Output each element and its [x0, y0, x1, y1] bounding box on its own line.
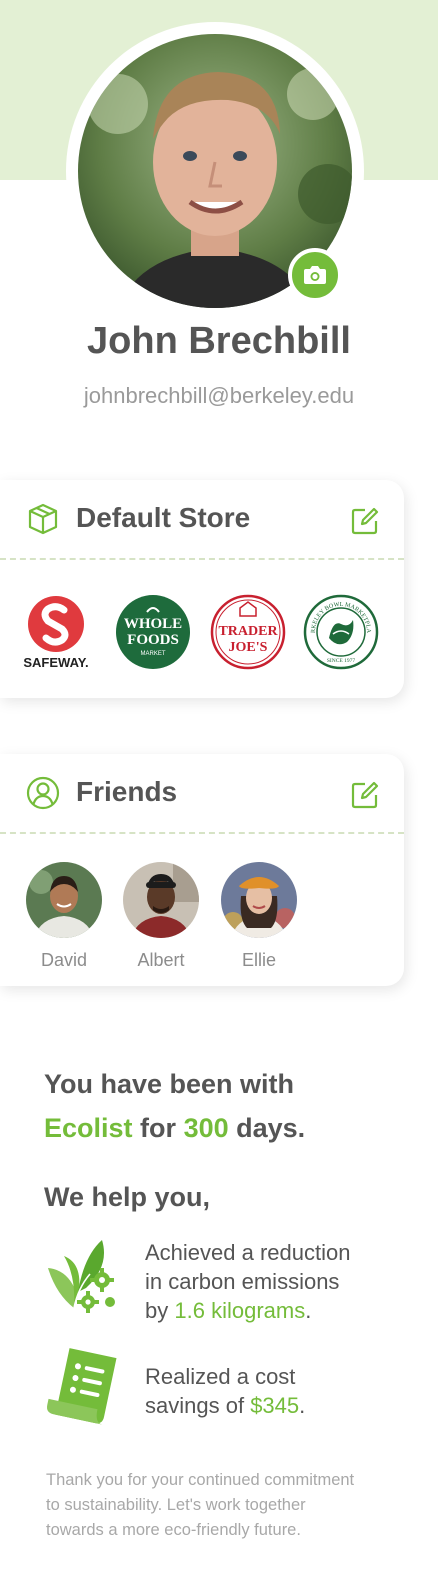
friend-item-ellie[interactable]: Ellie — [219, 862, 299, 971]
whole-foods-logo-line3: MARKET — [140, 651, 165, 657]
receipt-icon — [47, 1348, 117, 1425]
berkeley-bowl-logo-sub: SINCE 1977 — [327, 658, 356, 664]
profile-email: johnbrechbill@berkeley.edu — [83, 383, 355, 408]
savings-line1: Realized a cost — [145, 1364, 296, 1389]
carbon-line1: Achieved a reduction — [145, 1240, 351, 1265]
carbon-stat: Achieved a reduction in carbon emissions… — [145, 1238, 415, 1325]
friend-avatar — [221, 862, 297, 938]
friend-item-albert[interactable]: Albert — [121, 862, 201, 971]
savings-stat: Realized a cost savings of $345. — [145, 1362, 415, 1420]
carbon-prefix: by — [145, 1298, 169, 1323]
days-prefix: You have been with — [44, 1069, 295, 1099]
help-heading: We help you, — [44, 1182, 211, 1212]
savings-prefix: savings of — [145, 1393, 245, 1418]
carbon-line2: in carbon emissions — [145, 1269, 340, 1294]
edit-friends-icon[interactable] — [350, 780, 380, 810]
carbon-suffix: . — [305, 1298, 312, 1323]
savings-value: $345 — [250, 1393, 300, 1418]
store-logo-berkeley-bowl[interactable]: BERKELEY BOWL MARKETPLACE SINCE 1977 — [303, 594, 379, 670]
friend-name: Albert — [137, 950, 185, 970]
profile-name: John Brechbill — [87, 320, 351, 362]
friend-item-david[interactable]: David — [24, 862, 104, 971]
friends-title: Friends — [76, 776, 178, 807]
safeway-logo-text: SAFEWAY. — [23, 655, 88, 670]
thanks-line2: to sustainability. Let's work together — [46, 1496, 306, 1514]
days-suffix: days. — [236, 1113, 306, 1143]
profile-avatar-frame — [66, 22, 364, 320]
leaf-gears-icon — [48, 1240, 115, 1313]
friends-header: Friends — [0, 754, 404, 834]
thank-you-message: Thank you for your continued commitment … — [46, 1468, 406, 1543]
friend-avatar — [123, 862, 199, 938]
trader-joes-logo-line1: TRADER — [218, 624, 278, 639]
store-logo-trader-joes[interactable]: TRADER JOE'S — [210, 594, 286, 670]
edit-store-icon[interactable] — [350, 506, 380, 536]
store-logo-safeway[interactable]: SAFEWAY. — [18, 594, 94, 670]
brand-name: Ecolist — [44, 1113, 133, 1143]
store-logo-whole-foods[interactable]: WHOLE FOODS MARKET — [115, 594, 191, 670]
default-store-title: Default Store — [76, 502, 251, 533]
savings-suffix: . — [299, 1393, 306, 1418]
friend-name: David — [40, 950, 88, 970]
friend-avatar — [26, 862, 102, 938]
days-with-ecolist: You have been with Ecolist for 300 days. — [44, 1062, 424, 1150]
carbon-value: 1.6 kilograms — [174, 1298, 306, 1323]
camera-icon — [304, 266, 326, 284]
whole-foods-logo-line2: FOODS — [127, 632, 179, 648]
whole-foods-logo-line1: WHOLE — [124, 616, 182, 632]
box-icon — [28, 503, 58, 535]
default-store-header: Default Store — [0, 480, 404, 560]
friend-name: Ellie — [241, 950, 276, 970]
trader-joes-logo-line2: JOE'S — [229, 640, 268, 655]
user-circle-icon — [26, 776, 60, 810]
change-photo-button[interactable] — [288, 248, 342, 302]
days-for: for — [140, 1113, 177, 1143]
thanks-line3: towards a more eco-friendly future. — [46, 1521, 301, 1539]
days-count: 300 — [183, 1113, 229, 1143]
thanks-line1: Thank you for your continued commitment — [46, 1471, 355, 1489]
